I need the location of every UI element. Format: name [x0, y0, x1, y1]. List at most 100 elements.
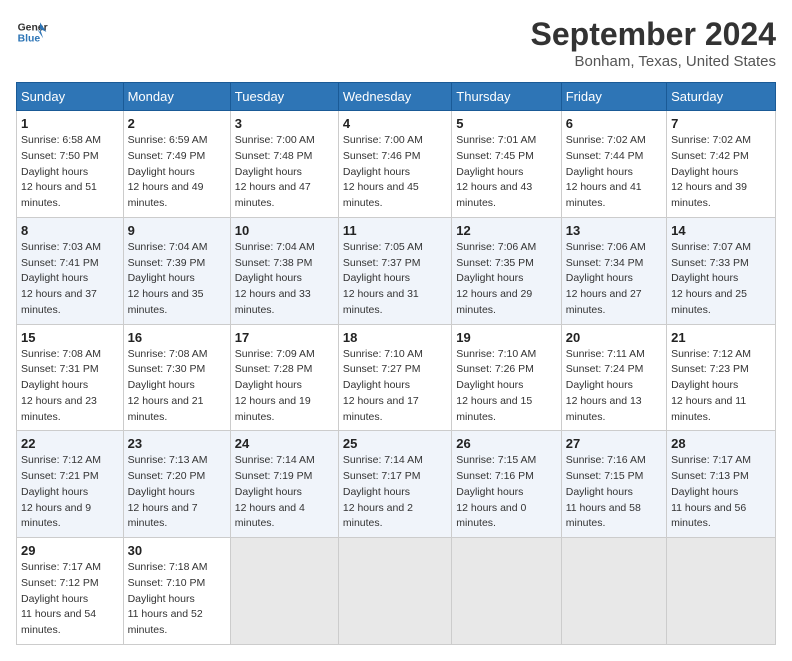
- day-number: 21: [671, 330, 771, 345]
- day-number: 17: [235, 330, 334, 345]
- calendar-cell: 13 Sunrise: 7:06 AMSunset: 7:34 PMDayligh…: [561, 217, 666, 324]
- day-info: Sunrise: 7:03 AMSunset: 7:41 PMDaylight …: [21, 240, 119, 319]
- day-info: Sunrise: 7:02 AMSunset: 7:44 PMDaylight …: [566, 133, 662, 212]
- day-info: Sunrise: 7:12 AMSunset: 7:21 PMDaylight …: [21, 453, 119, 532]
- calendar-cell: 11 Sunrise: 7:05 AMSunset: 7:37 PMDayligh…: [338, 217, 451, 324]
- day-number: 10: [235, 223, 334, 238]
- calendar-week-row: 15Sunrise: 7:08 AMSunset: 7:31 PMDayligh…: [17, 324, 776, 431]
- day-info: Sunrise: 7:10 AMSunset: 7:26 PMDaylight …: [456, 347, 556, 426]
- calendar-cell: [667, 538, 776, 645]
- calendar-cell: 7 Sunrise: 7:02 AMSunset: 7:42 PMDaylight…: [667, 111, 776, 218]
- day-number: 27: [566, 436, 662, 451]
- day-number: 24: [235, 436, 334, 451]
- calendar-cell: 26 Sunrise: 7:15 AMSunset: 7:16 PMDayligh…: [452, 431, 561, 538]
- day-info: Sunrise: 7:04 AMSunset: 7:38 PMDaylight …: [235, 240, 334, 319]
- day-number: 4: [343, 116, 447, 131]
- day-number: 11: [343, 223, 447, 238]
- day-number: 14: [671, 223, 771, 238]
- calendar-cell: 29 Sunrise: 7:17 AMSunset: 7:12 PMDayligh…: [17, 538, 124, 645]
- day-info: Sunrise: 7:05 AMSunset: 7:37 PMDaylight …: [343, 240, 447, 319]
- day-info: Sunrise: 7:02 AMSunset: 7:42 PMDaylight …: [671, 133, 771, 212]
- calendar-cell: [230, 538, 338, 645]
- day-info: Sunrise: 7:14 AMSunset: 7:17 PMDaylight …: [343, 453, 447, 532]
- calendar-header-row: SundayMondayTuesdayWednesdayThursdayFrid…: [17, 83, 776, 111]
- calendar-cell: 12 Sunrise: 7:06 AMSunset: 7:35 PMDayligh…: [452, 217, 561, 324]
- day-number: 20: [566, 330, 662, 345]
- day-info: Sunrise: 6:58 AMSunset: 7:50 PMDaylight …: [21, 133, 119, 212]
- page-header: General Blue September 2024 Bonham, Texa…: [16, 16, 776, 70]
- day-info: Sunrise: 7:12 AMSunset: 7:23 PMDaylight …: [671, 347, 771, 426]
- calendar-cell: 3 Sunrise: 7:00 AMSunset: 7:48 PMDaylight…: [230, 111, 338, 218]
- day-number: 12: [456, 223, 556, 238]
- calendar-cell: 2 Sunrise: 6:59 AMSunset: 7:49 PMDaylight…: [123, 111, 230, 218]
- day-number: 16: [128, 330, 226, 345]
- day-info: Sunrise: 7:08 AMSunset: 7:31 PMDaylight …: [21, 347, 119, 426]
- day-number: 22: [21, 436, 119, 451]
- logo: General Blue: [16, 16, 52, 48]
- day-number: 13: [566, 223, 662, 238]
- day-number: 7: [671, 116, 771, 131]
- header-day-wednesday: Wednesday: [338, 83, 451, 111]
- calendar-cell: 16 Sunrise: 7:08 AMSunset: 7:30 PMDayligh…: [123, 324, 230, 431]
- day-info: Sunrise: 7:17 AMSunset: 7:13 PMDaylight …: [671, 453, 771, 532]
- day-info: Sunrise: 7:17 AMSunset: 7:12 PMDaylight …: [21, 560, 119, 639]
- header-day-thursday: Thursday: [452, 83, 561, 111]
- calendar-cell: [561, 538, 666, 645]
- calendar-cell: 23Sunrise: 7:13 AMSunset: 7:20 PMDayligh…: [123, 431, 230, 538]
- location: Bonham, Texas, United States: [531, 53, 776, 70]
- day-info: Sunrise: 7:10 AMSunset: 7:27 PMDaylight …: [343, 347, 447, 426]
- calendar-cell: 19 Sunrise: 7:10 AMSunset: 7:26 PMDayligh…: [452, 324, 561, 431]
- calendar-cell: 9 Sunrise: 7:04 AMSunset: 7:39 PMDaylight…: [123, 217, 230, 324]
- header-day-saturday: Saturday: [667, 83, 776, 111]
- day-info: Sunrise: 7:15 AMSunset: 7:16 PMDaylight …: [456, 453, 556, 532]
- calendar-cell: 5Sunrise: 7:01 AMSunset: 7:45 PMDaylight…: [452, 111, 561, 218]
- header-day-monday: Monday: [123, 83, 230, 111]
- calendar-cell: 28 Sunrise: 7:17 AMSunset: 7:13 PMDayligh…: [667, 431, 776, 538]
- calendar-cell: 10 Sunrise: 7:04 AMSunset: 7:38 PMDayligh…: [230, 217, 338, 324]
- day-info: Sunrise: 7:08 AMSunset: 7:30 PMDaylight …: [128, 347, 226, 426]
- calendar-cell: 4Sunrise: 7:00 AMSunset: 7:46 PMDaylight…: [338, 111, 451, 218]
- logo-icon: General Blue: [16, 16, 48, 48]
- day-number: 8: [21, 223, 119, 238]
- calendar-cell: 24 Sunrise: 7:14 AMSunset: 7:19 PMDayligh…: [230, 431, 338, 538]
- day-info: Sunrise: 7:00 AMSunset: 7:48 PMDaylight …: [235, 133, 334, 212]
- calendar-cell: 27Sunrise: 7:16 AMSunset: 7:15 PMDayligh…: [561, 431, 666, 538]
- day-number: 26: [456, 436, 556, 451]
- day-number: 30: [128, 543, 226, 558]
- day-number: 5: [456, 116, 556, 131]
- day-number: 3: [235, 116, 334, 131]
- calendar-cell: 15Sunrise: 7:08 AMSunset: 7:31 PMDayligh…: [17, 324, 124, 431]
- calendar-week-row: 8 Sunrise: 7:03 AMSunset: 7:41 PMDaylight…: [17, 217, 776, 324]
- day-info: Sunrise: 7:18 AMSunset: 7:10 PMDaylight …: [128, 560, 226, 639]
- calendar-week-row: 29 Sunrise: 7:17 AMSunset: 7:12 PMDayligh…: [17, 538, 776, 645]
- day-number: 29: [21, 543, 119, 558]
- header-day-friday: Friday: [561, 83, 666, 111]
- calendar-cell: 20 Sunrise: 7:11 AMSunset: 7:24 PMDayligh…: [561, 324, 666, 431]
- calendar-cell: 21 Sunrise: 7:12 AMSunset: 7:23 PMDayligh…: [667, 324, 776, 431]
- day-number: 18: [343, 330, 447, 345]
- day-number: 9: [128, 223, 226, 238]
- day-info: Sunrise: 7:14 AMSunset: 7:19 PMDaylight …: [235, 453, 334, 532]
- calendar-cell: 1 Sunrise: 6:58 AMSunset: 7:50 PMDaylight…: [17, 111, 124, 218]
- day-info: Sunrise: 7:11 AMSunset: 7:24 PMDaylight …: [566, 347, 662, 426]
- title-block: September 2024 Bonham, Texas, United Sta…: [531, 16, 776, 70]
- month-title: September 2024: [531, 16, 776, 53]
- day-number: 19: [456, 330, 556, 345]
- calendar-cell: 6Sunrise: 7:02 AMSunset: 7:44 PMDaylight…: [561, 111, 666, 218]
- calendar-week-row: 22 Sunrise: 7:12 AMSunset: 7:21 PMDayligh…: [17, 431, 776, 538]
- calendar-cell: 25 Sunrise: 7:14 AMSunset: 7:17 PMDayligh…: [338, 431, 451, 538]
- svg-text:Blue: Blue: [18, 34, 41, 45]
- day-info: Sunrise: 7:09 AMSunset: 7:28 PMDaylight …: [235, 347, 334, 426]
- day-info: Sunrise: 7:06 AMSunset: 7:34 PMDaylight …: [566, 240, 662, 319]
- day-info: Sunrise: 7:06 AMSunset: 7:35 PMDaylight …: [456, 240, 556, 319]
- day-info: Sunrise: 7:07 AMSunset: 7:33 PMDaylight …: [671, 240, 771, 319]
- calendar-cell: 22 Sunrise: 7:12 AMSunset: 7:21 PMDayligh…: [17, 431, 124, 538]
- day-number: 28: [671, 436, 771, 451]
- day-number: 1: [21, 116, 119, 131]
- day-info: Sunrise: 6:59 AMSunset: 7:49 PMDaylight …: [128, 133, 226, 212]
- day-info: Sunrise: 7:04 AMSunset: 7:39 PMDaylight …: [128, 240, 226, 319]
- day-number: 25: [343, 436, 447, 451]
- day-number: 2: [128, 116, 226, 131]
- header-day-sunday: Sunday: [17, 83, 124, 111]
- calendar-cell: 30 Sunrise: 7:18 AMSunset: 7:10 PMDayligh…: [123, 538, 230, 645]
